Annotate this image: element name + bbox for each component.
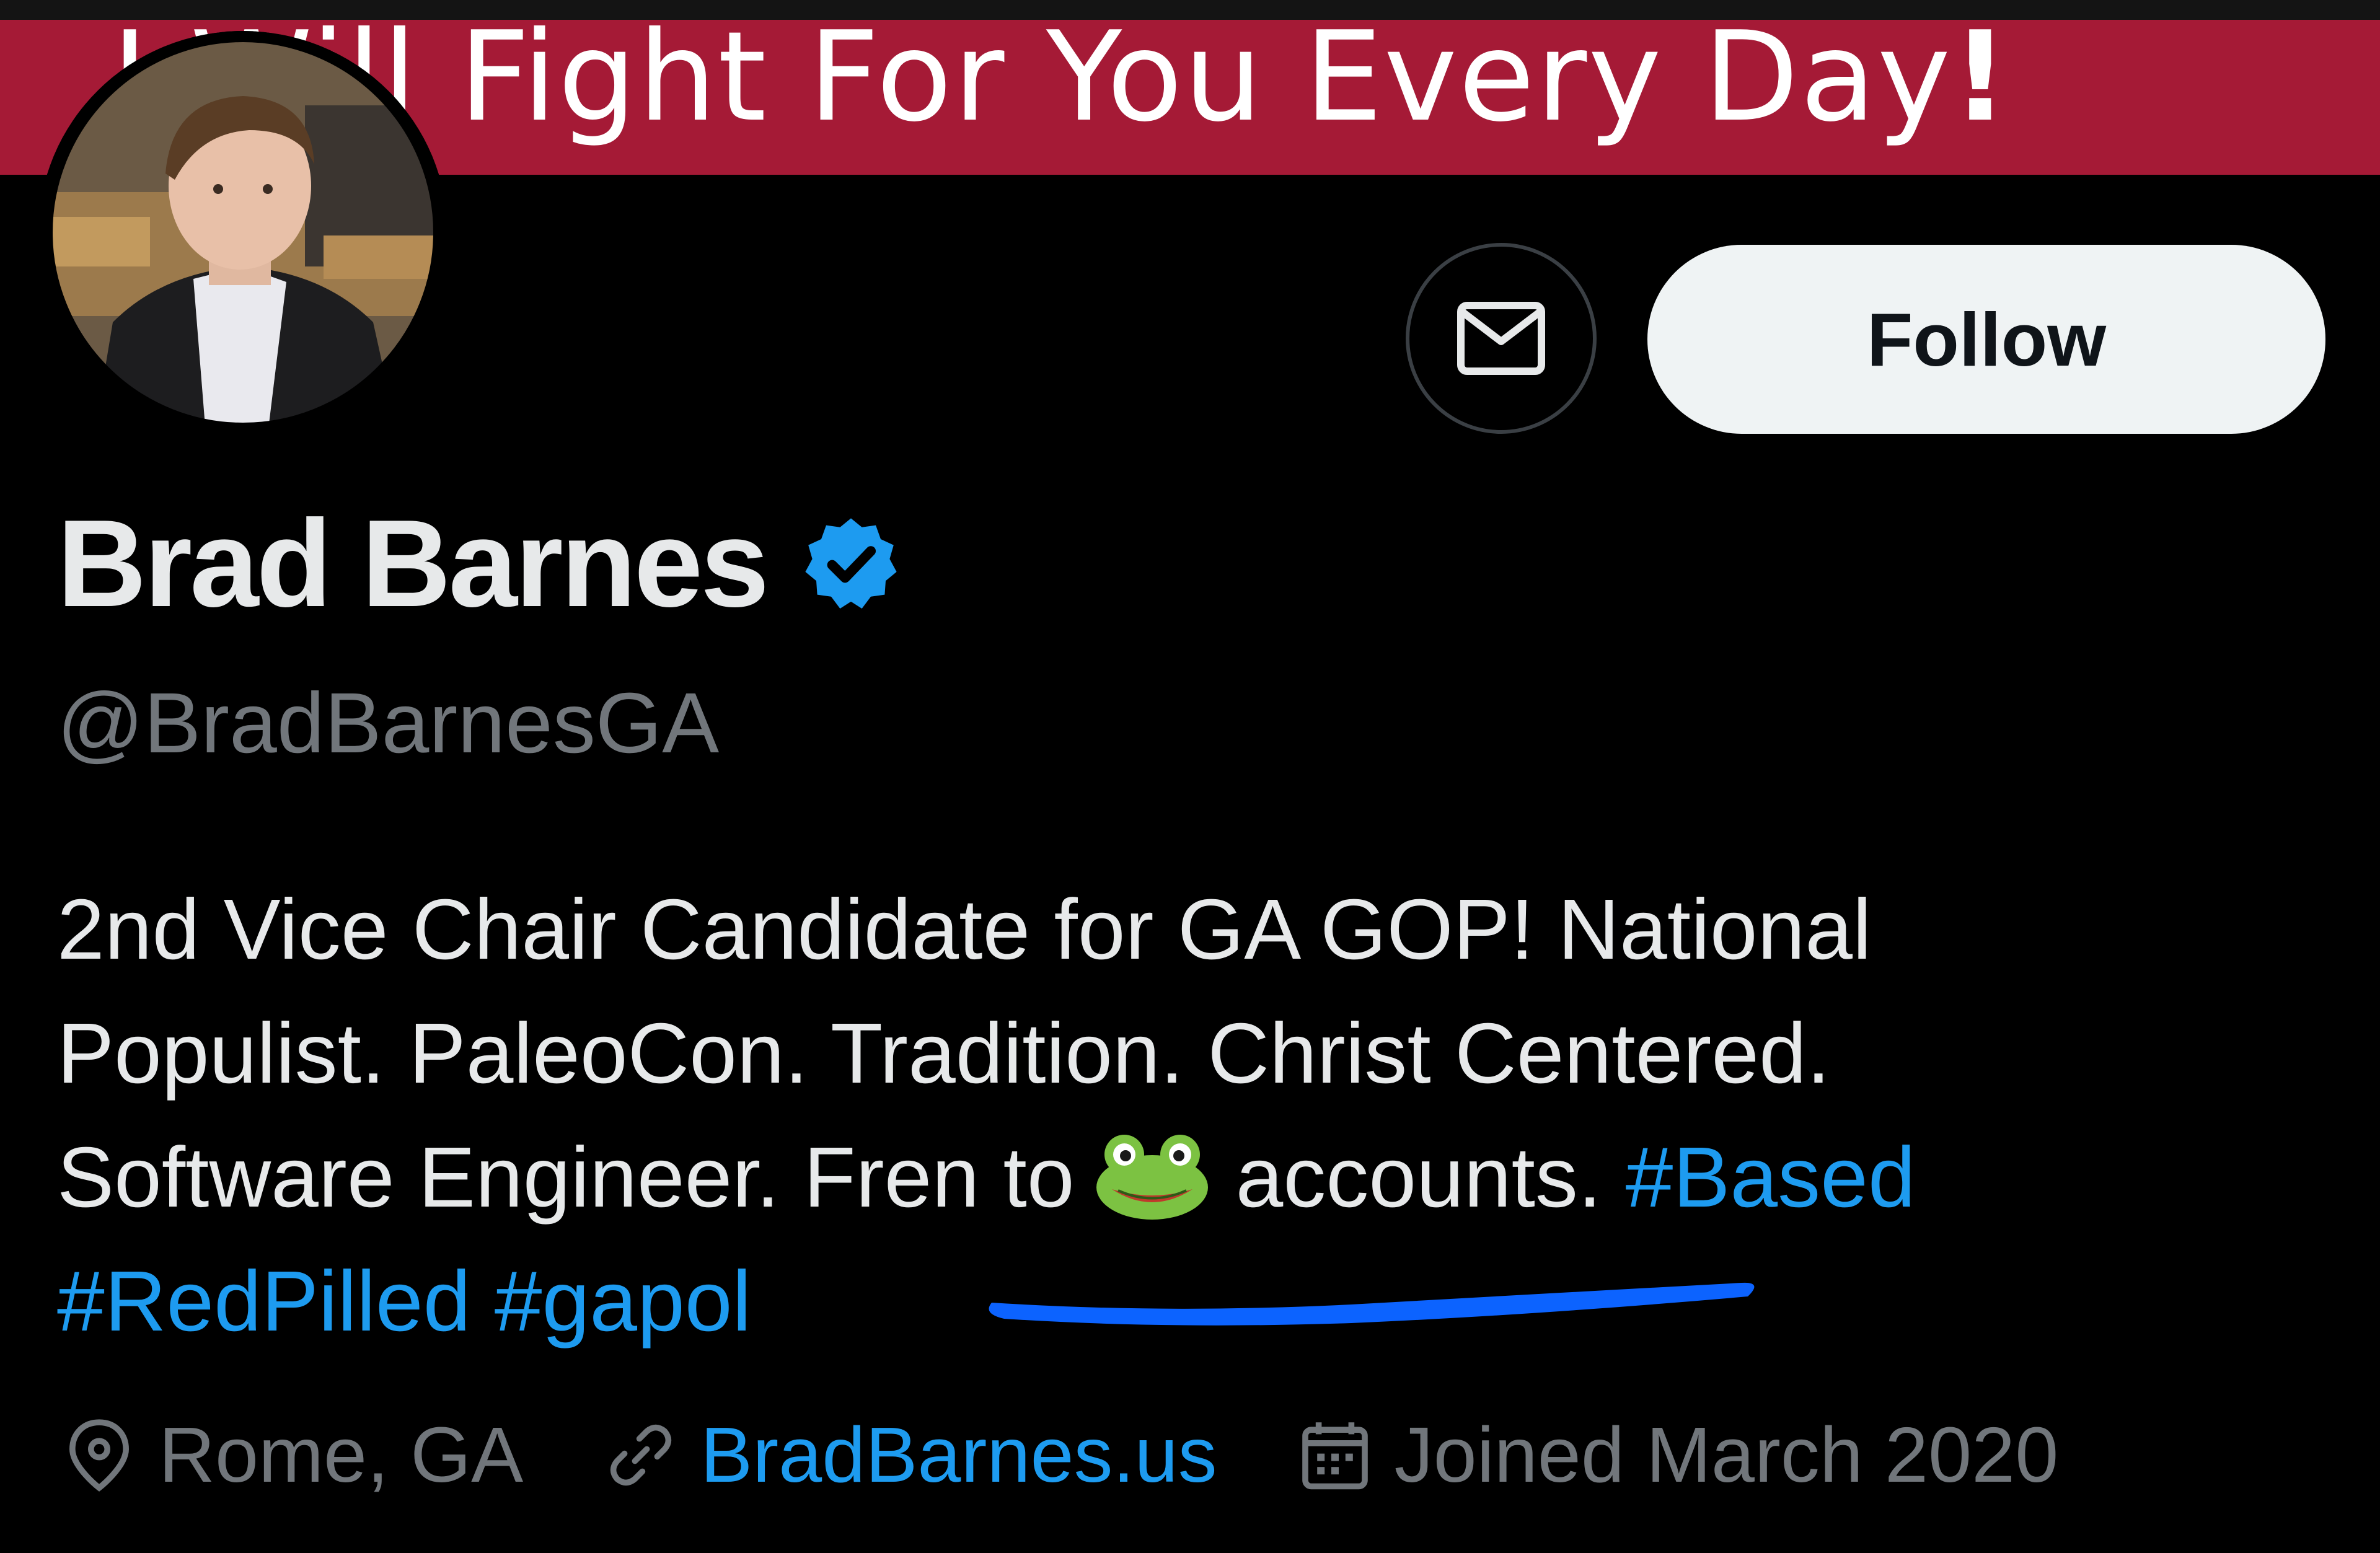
hashtag-redpilled[interactable]: #RedPilled bbox=[57, 1254, 470, 1349]
bio-line-2: Populist. PaleoCon. Tradition. Christ Ce… bbox=[57, 1006, 1831, 1101]
joined-item: Joined March 2020 bbox=[1298, 1411, 2059, 1498]
user-handle: @BradBarnesGA bbox=[57, 675, 720, 771]
blue-underline-scribble bbox=[989, 1282, 1755, 1326]
message-button[interactable] bbox=[1406, 243, 1597, 434]
status-strip bbox=[0, 0, 2380, 20]
bio-text-a: Software Engineer. Fren to bbox=[57, 1130, 1075, 1225]
website-link[interactable]: BradBarnes.us bbox=[700, 1416, 1217, 1494]
profile-meta: Rome, GA BradBarnes.us Joined March 2020 bbox=[62, 1416, 2139, 1494]
location-text: Rome, GA bbox=[159, 1411, 524, 1498]
joined-text: Joined March 2020 bbox=[1394, 1411, 2059, 1498]
calendar-icon bbox=[1302, 1422, 1368, 1490]
verified-badge-icon[interactable] bbox=[801, 514, 901, 614]
link-icon bbox=[610, 1424, 672, 1486]
display-name: Brad Barnes bbox=[57, 495, 769, 633]
location-pin-icon bbox=[69, 1419, 130, 1492]
location-item: Rome, GA bbox=[62, 1416, 523, 1494]
follow-button[interactable]: Follow bbox=[1647, 245, 2325, 434]
hashtag-gapol[interactable]: #gapol bbox=[495, 1254, 751, 1349]
bio-line-3: Software Engineer. Fren to accounts. #Ba… bbox=[57, 1115, 2226, 1239]
bio-line-1: 2nd Vice Chair Candidate for GA GOP! Nat… bbox=[57, 882, 1872, 977]
name-row: Brad Barnes bbox=[57, 502, 901, 626]
frog-emoji-icon bbox=[1096, 1135, 1208, 1220]
mail-icon bbox=[1457, 302, 1545, 375]
avatar-photo bbox=[42, 31, 444, 434]
banner-exclaim: ! bbox=[1952, 20, 2010, 149]
avatar[interactable] bbox=[38, 31, 447, 434]
profile-page: I Will Fight For You Every Day! Follow B… bbox=[0, 0, 2380, 1553]
website-item[interactable]: BradBarnes.us bbox=[604, 1416, 1217, 1494]
bio-text-b: accounts. bbox=[1235, 1130, 1602, 1225]
hashtag-based[interactable]: #Based bbox=[1626, 1130, 1916, 1225]
